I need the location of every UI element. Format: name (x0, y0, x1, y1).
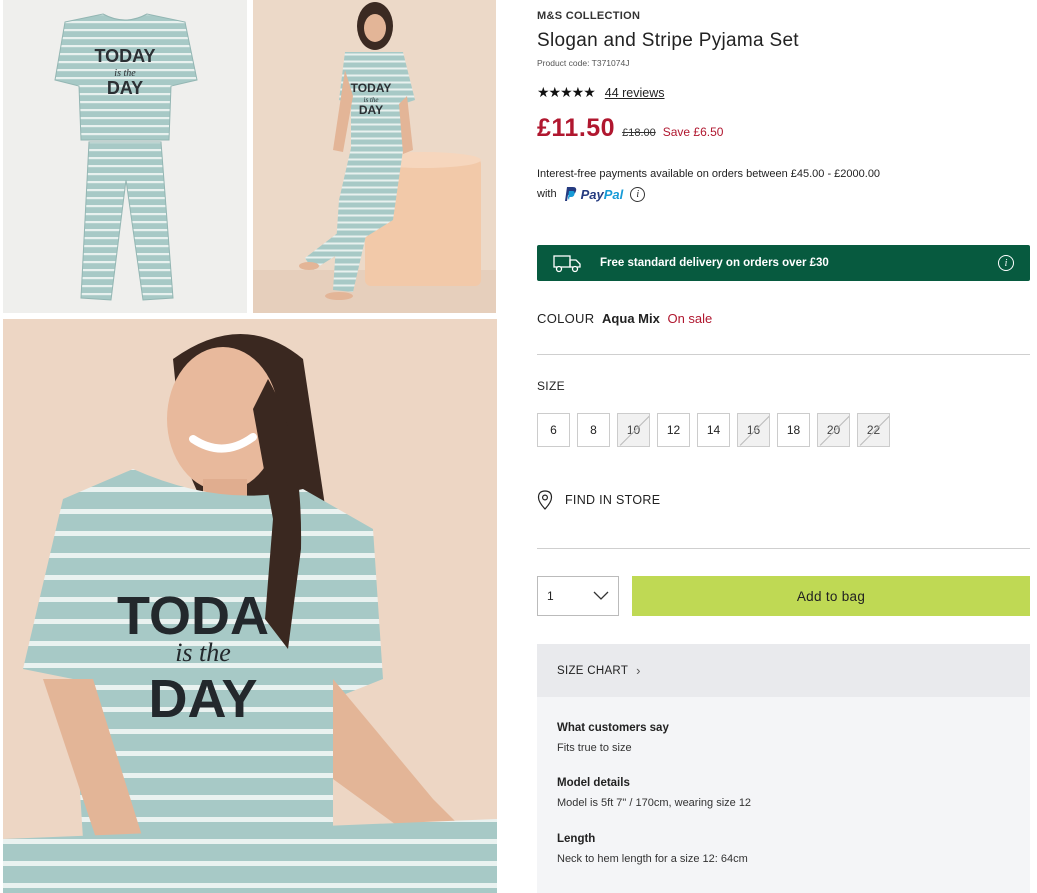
product-image-model-close[interactable]: TODA is the DAY (3, 319, 497, 893)
paypal-with: with (537, 188, 557, 200)
colour-label: COLOUR (537, 311, 595, 326)
colour-row: COLOUR Aqua Mix On sale (537, 311, 712, 326)
size-option-10-unavailable[interactable]: 10 (617, 413, 650, 447)
find-in-store-button[interactable]: FIND IN STORE (537, 490, 660, 510)
star-rating-icon: ★★★★★ (537, 84, 596, 100)
delivery-text: Free standard delivery on orders over £3… (600, 257, 829, 269)
current-price: £11.50 (537, 114, 616, 142)
rating: ★★★★★ 44 reviews (537, 84, 665, 101)
size-option-18[interactable]: 18 (777, 413, 810, 447)
quantity-select[interactable]: 1 (537, 576, 619, 616)
divider (537, 548, 1030, 549)
slogan-line3: DAY (107, 78, 143, 98)
model-slogan-line3: DAY (359, 103, 383, 117)
price-row: £11.50 £18.00 Save £6.50 (537, 114, 723, 143)
add-to-bag-button[interactable]: Add to bag (632, 576, 1030, 616)
size-option-6[interactable]: 6 (537, 413, 570, 447)
brand-name[interactable]: M&S COLLECTION (537, 10, 640, 22)
size-option-8[interactable]: 8 (577, 413, 610, 447)
product-image-flat[interactable]: TODAY is the DAY (3, 0, 247, 313)
model-closeup-illustration: TODA is the DAY (3, 319, 497, 893)
quantity-value: 1 (547, 589, 554, 603)
paypal-logo: Pay Pal (563, 186, 624, 202)
pyjama-flatlay-illustration: TODAY is the DAY (54, 13, 198, 301)
size-option-12[interactable]: 12 (657, 413, 690, 447)
product-details-panel: What customers say Fits true to size Mod… (537, 697, 1030, 893)
model-details-value: Model is 5ft 7" / 170cm, wearing size 12 (557, 797, 752, 809)
colour-status: On sale (667, 311, 713, 326)
paypal-info-icon[interactable]: i (630, 186, 646, 202)
delivery-banner: Free standard delivery on orders over £3… (537, 245, 1030, 281)
was-price: £18.00 (622, 127, 656, 139)
model-full-illustration: TODAY is the DAY (253, 0, 496, 313)
paypal-logo-pal: Pal (603, 186, 624, 202)
customers-say-heading: What customers say (557, 722, 669, 734)
colour-value: Aqua Mix (602, 311, 660, 326)
paypal-row: with Pay Pal i (537, 186, 646, 202)
length-value: Neck to hem length for a size 12: 64cm (557, 853, 748, 865)
length-heading: Length (557, 833, 596, 845)
chevron-right-icon: › (636, 663, 641, 678)
slogan-line1: TODAY (94, 46, 155, 66)
size-chart-label: SIZE CHART (557, 664, 629, 677)
divider (537, 354, 1030, 355)
find-in-store-label: FIND IN STORE (565, 493, 661, 507)
delivery-info-icon[interactable]: i (998, 255, 1014, 271)
reviews-link[interactable]: 44 reviews (605, 86, 665, 100)
truck-icon (553, 255, 581, 273)
size-option-14[interactable]: 14 (697, 413, 730, 447)
paypal-icon (564, 187, 576, 201)
product-code: Product code: T371074J (537, 58, 630, 68)
paypal-message: Interest-free payments available on orde… (537, 168, 881, 180)
save-amount: Save £6.50 (662, 125, 724, 139)
size-chart-toggle[interactable]: SIZE CHART › (537, 644, 1030, 697)
size-option-22-unavailable[interactable]: 22 (857, 413, 890, 447)
close-slogan-line2: is the (175, 638, 231, 667)
product-title: Slogan and Stripe Pyjama Set (537, 30, 799, 51)
paypal-logo-pay: Pay (580, 186, 604, 202)
close-slogan-line1: TODA (117, 586, 269, 646)
customers-say-value: Fits true to size (557, 742, 632, 754)
size-option-20-unavailable[interactable]: 20 (817, 413, 850, 447)
close-slogan-line3: DAY (148, 669, 257, 729)
location-pin-icon (537, 490, 553, 510)
model-details-heading: Model details (557, 777, 630, 789)
product-image-model-full[interactable]: TODAY is the DAY (253, 0, 496, 313)
product-page: TODAY is the DAY TODAY is the DAY TODA i… (0, 0, 1037, 893)
size-option-16-unavailable[interactable]: 16 (737, 413, 770, 447)
chevron-down-icon (593, 591, 609, 600)
size-selector: 6 8 10 12 14 16 18 20 22 (537, 413, 897, 447)
model-slogan-line1: TODAY (351, 81, 392, 95)
size-label: SIZE (537, 379, 565, 393)
